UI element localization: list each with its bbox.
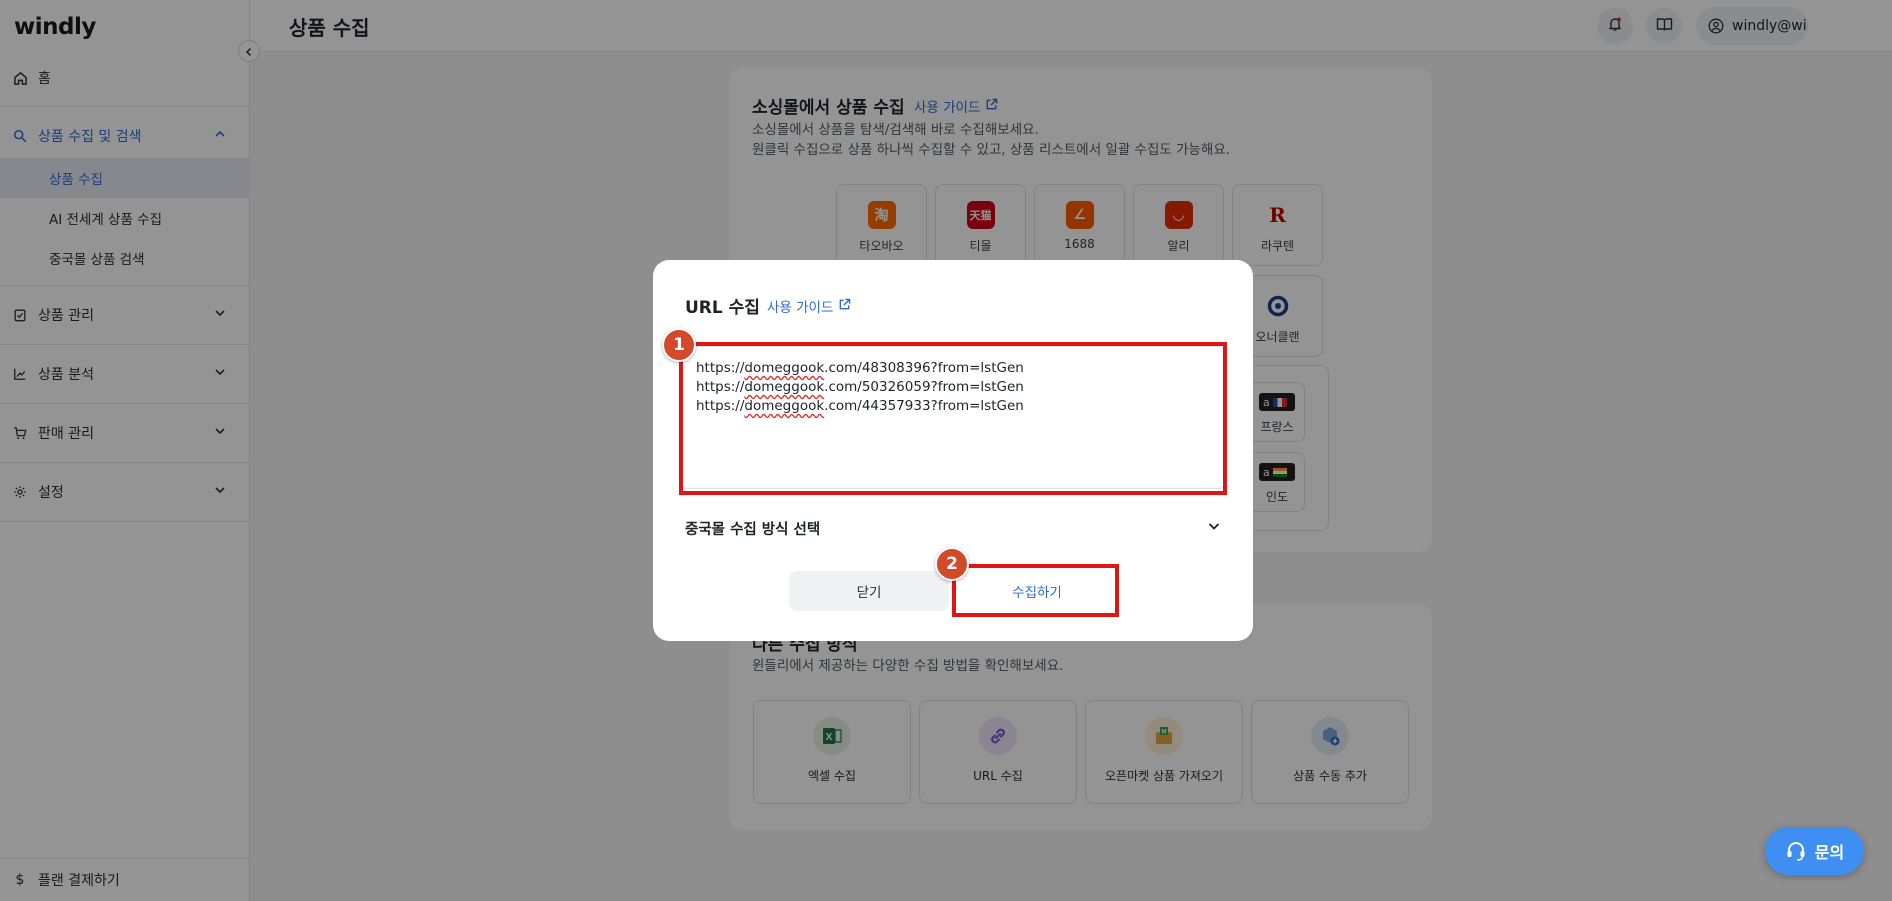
url-line: https://domeggook.com/50326059?from=lstG… xyxy=(696,379,1024,395)
chat-label: 문의 xyxy=(1814,843,1845,862)
modal-title: URL 수집 xyxy=(685,298,760,318)
guide-link-label: 사용 가이드 xyxy=(767,300,834,316)
external-link-icon xyxy=(838,298,851,315)
step-badge-2: 2 xyxy=(935,547,969,581)
url-collect-modal: URL 수집 사용 가이드 https://domeggook.com/4830… xyxy=(653,260,1253,641)
url-line: https://domeggook.com/44357933?from=lstG… xyxy=(696,398,1024,414)
step-badge-1: 1 xyxy=(662,328,696,362)
china-collect-method-toggle[interactable]: 중국몰 수집 방식 선택 xyxy=(685,516,1221,540)
collect-button[interactable]: 수집하기 xyxy=(957,571,1117,611)
url-input-textarea[interactable]: https://domeggook.com/48308396?from=lstG… xyxy=(681,346,1225,489)
chevron-down-icon xyxy=(1207,519,1221,537)
modal-guide-link[interactable]: 사용 가이드 xyxy=(767,296,851,316)
inquiry-chat-button[interactable]: 문의 xyxy=(1765,827,1864,875)
section-label: 중국몰 수집 방식 선택 xyxy=(685,521,821,538)
url-line: https://domeggook.com/48308396?from=lstG… xyxy=(696,360,1024,376)
headset-icon xyxy=(1785,840,1807,862)
close-button[interactable]: 닫기 xyxy=(789,571,949,611)
